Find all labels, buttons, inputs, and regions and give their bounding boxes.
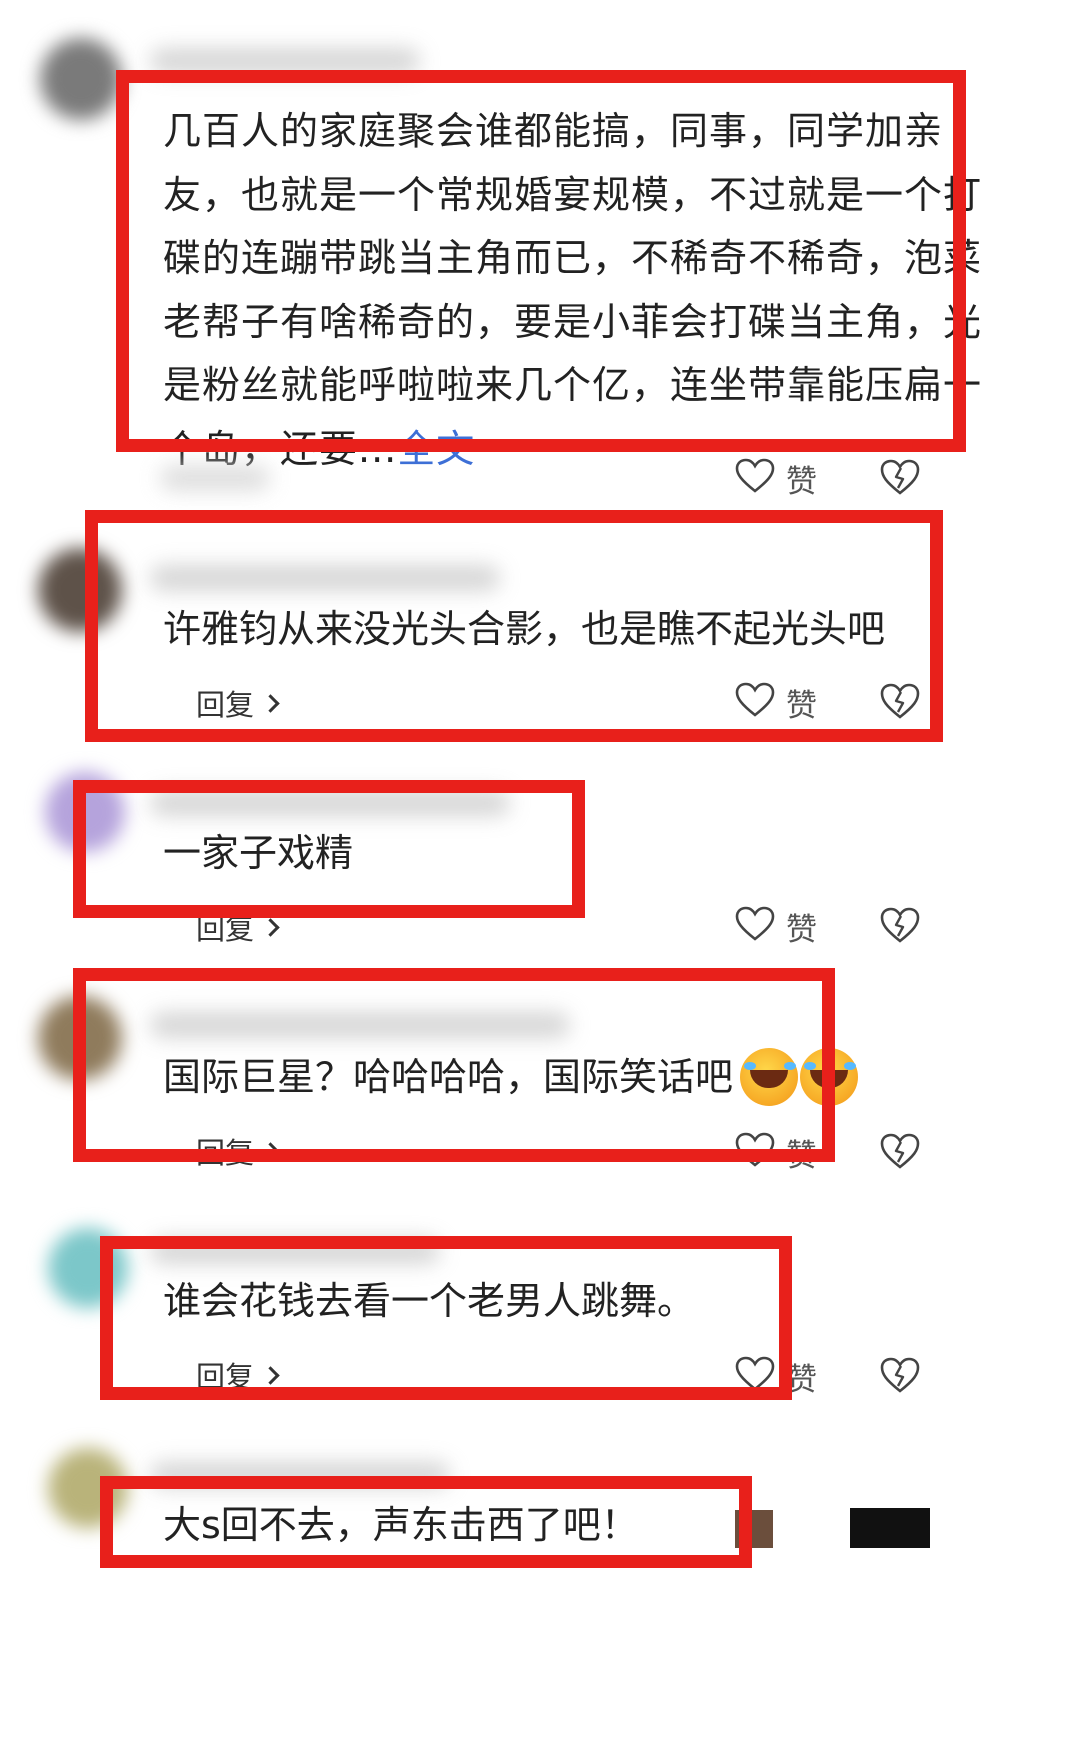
broken-heart-icon[interactable]: [880, 458, 920, 496]
like-label[interactable]: 赞: [786, 456, 817, 501]
heart-outline-icon[interactable]: [735, 1356, 775, 1392]
laughing-crying-emoji-icon: [740, 1048, 798, 1106]
reply-button[interactable]: 回复: [196, 906, 280, 948]
username[interactable]: [150, 565, 500, 591]
comment-text: 几百人的家庭聚会谁都能搞，同事，同学加亲友，也就是一个常规婚宴规模，不过就是一个…: [163, 100, 1013, 481]
avatar[interactable]: [38, 996, 122, 1080]
avatar[interactable]: [38, 548, 122, 632]
reply-label[interactable]: 回复: [196, 906, 254, 948]
read-more-link[interactable]: 全文: [397, 427, 475, 471]
chevron-right-icon: [261, 693, 280, 713]
username[interactable]: [150, 790, 510, 816]
like-label[interactable]: 赞: [786, 680, 817, 725]
comment-body: 许雅钧从来没光头合影，也是瞧不起光头吧: [163, 607, 886, 651]
avatar[interactable]: [48, 1228, 128, 1308]
like-label[interactable]: 赞: [786, 1354, 817, 1399]
like-label[interactable]: 赞: [786, 1130, 817, 1175]
heart-outline-icon[interactable]: [735, 458, 775, 494]
username[interactable]: [150, 1012, 570, 1038]
comment-body: 几百人的家庭聚会谁都能搞，同事，同学加亲友，也就是一个常规婚宴规模，不过就是一个…: [163, 109, 983, 471]
reply-button[interactable]: 回复: [196, 1354, 280, 1396]
comment-body: 国际巨星？哈哈哈哈，国际笑话吧: [163, 1055, 734, 1099]
comment-body: 谁会花钱去看一个老男人跳舞。: [163, 1279, 696, 1323]
reply-label[interactable]: 回复: [196, 682, 254, 724]
avatar[interactable]: [40, 38, 122, 120]
chevron-right-icon: [261, 917, 280, 937]
broken-heart-icon[interactable]: [880, 906, 920, 944]
avatar[interactable]: [45, 772, 125, 852]
laughing-crying-emoji-icon: [800, 1048, 858, 1106]
avatar[interactable]: [48, 1448, 128, 1528]
reply-button[interactable]: 回复: [196, 1130, 280, 1172]
redaction-block: [735, 1510, 773, 1548]
username[interactable]: [150, 1238, 440, 1264]
redaction-block: [850, 1508, 930, 1548]
broken-heart-icon[interactable]: [880, 682, 920, 720]
comment-body: 一家子戏精: [163, 831, 354, 875]
username[interactable]: [150, 1462, 450, 1488]
reply-label[interactable]: 回复: [196, 1130, 254, 1172]
chevron-right-icon: [261, 1365, 280, 1385]
reply-label[interactable]: 回复: [196, 1354, 254, 1396]
heart-outline-icon[interactable]: [735, 906, 775, 942]
reply-button[interactable]: 回复: [196, 682, 280, 724]
comment-body: 大s回不去，声东击西了吧！: [163, 1503, 639, 1547]
chevron-right-icon: [261, 1141, 280, 1161]
like-label[interactable]: 赞: [786, 904, 817, 949]
timestamp: [160, 465, 270, 491]
username[interactable]: [150, 48, 420, 74]
heart-outline-icon[interactable]: [735, 1132, 775, 1168]
broken-heart-icon[interactable]: [880, 1356, 920, 1394]
broken-heart-icon[interactable]: [880, 1132, 920, 1170]
heart-outline-icon[interactable]: [735, 682, 775, 718]
